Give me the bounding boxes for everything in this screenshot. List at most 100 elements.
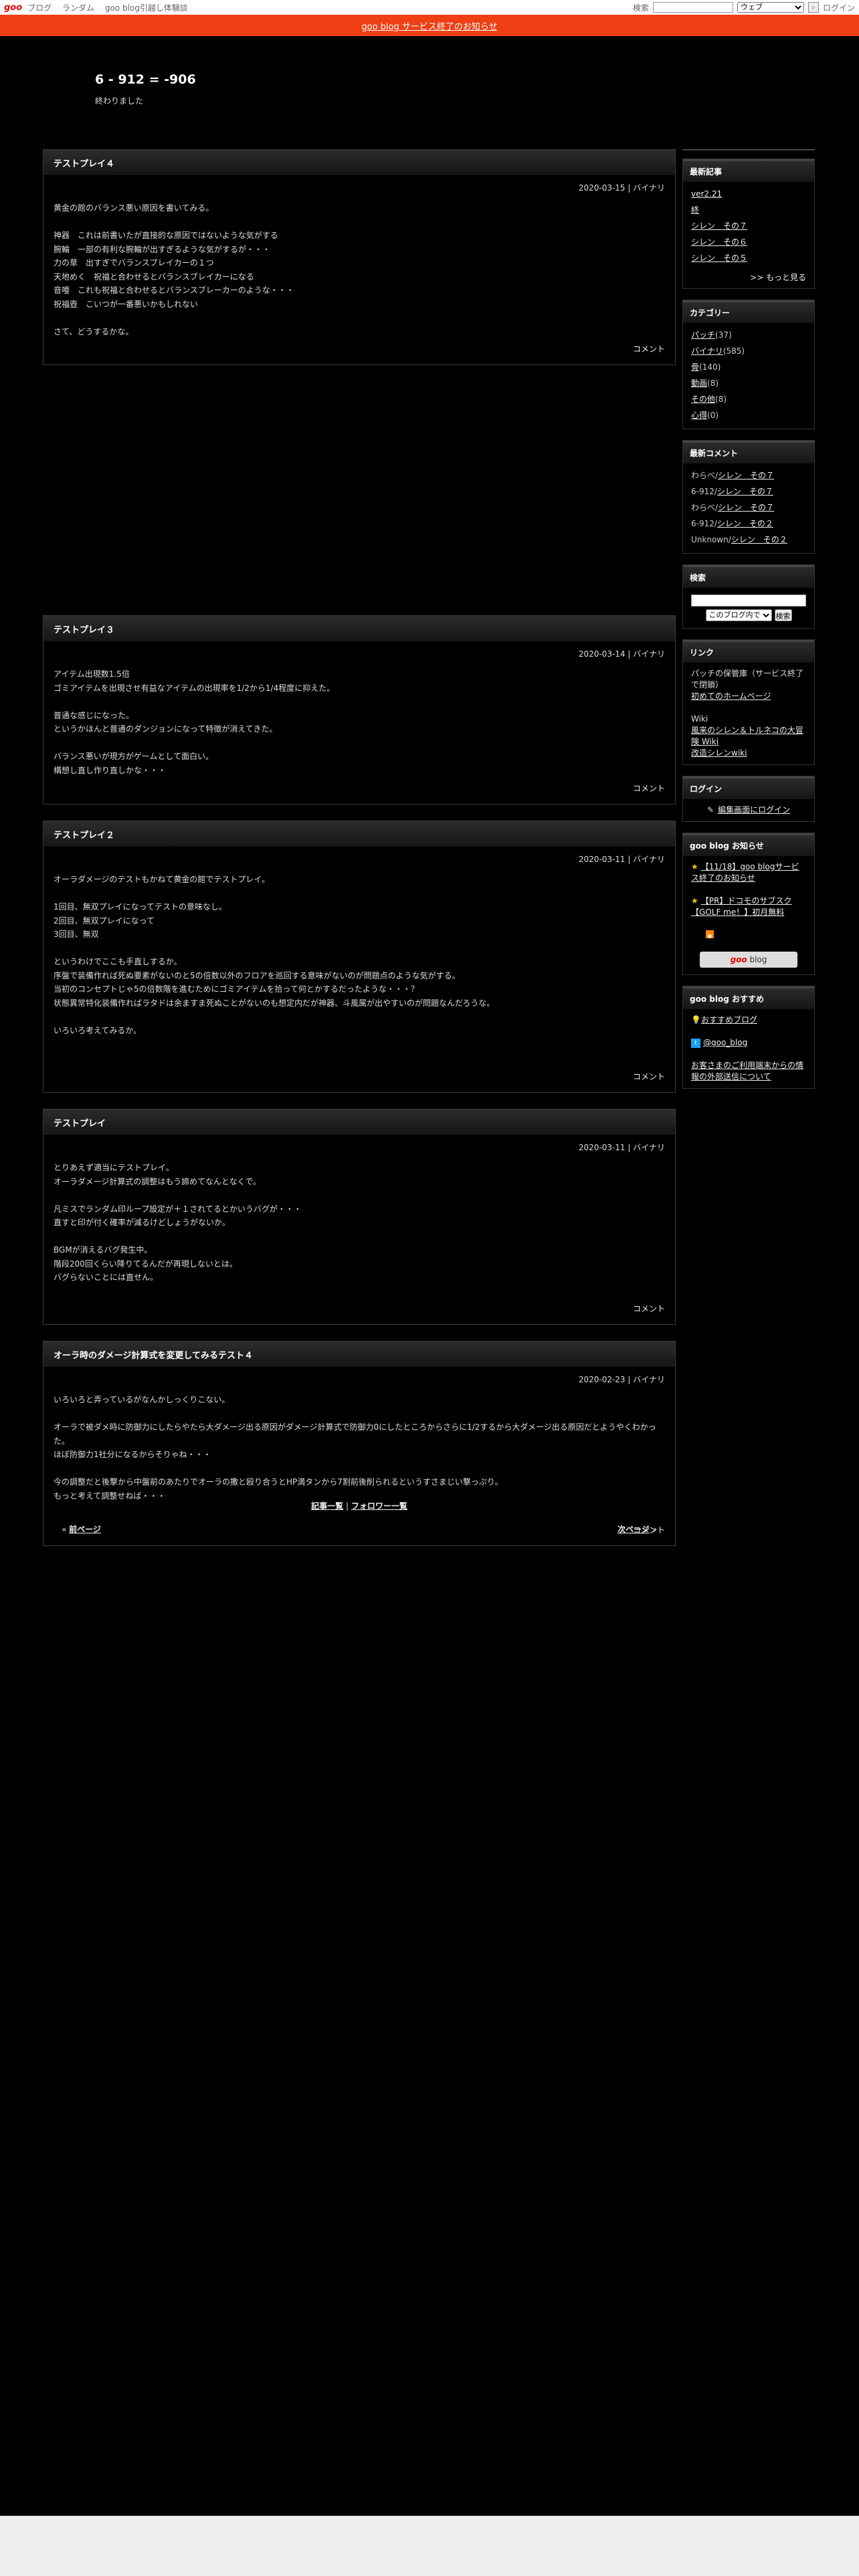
category-link[interactable]: 動画 — [691, 379, 707, 388]
goo-button-logo: goo — [730, 955, 747, 964]
blog-search-scope[interactable]: このブログ内で — [705, 609, 772, 621]
goo-blog-button[interactable]: goo blog — [700, 952, 797, 968]
recent-entries-box: 最新記事 ver2.21 終 シレン その７ シレン その６ シレン その５ >… — [682, 158, 815, 289]
recent-comments-box: 最新コメント わらべ/シレン その７ 6-912/シレン その７ わらべ/シレン… — [682, 440, 815, 554]
bulb-icon: 💡 — [691, 1015, 701, 1025]
entry-title[interactable]: テストプレイ３ — [43, 616, 675, 641]
entry-list-link[interactable]: 記事一覧 — [311, 1501, 343, 1511]
category-count: (8) — [707, 379, 719, 388]
prev-page: « 前ページ — [62, 1523, 101, 1535]
recent-entry-link[interactable]: シレン その７ — [691, 221, 747, 231]
next-arrow-icon: » — [652, 1525, 657, 1534]
topbar-nav-random[interactable]: ランダム — [62, 3, 94, 13]
links-box: リンク パッチの保管庫（サービス終了で閉鎖） 初めてのホームページ Wiki 風… — [682, 639, 815, 765]
twitter-link[interactable]: @goo_blog — [703, 1038, 747, 1047]
entry-body: 黄金の館のバランス悪い原因を書いてみる。 神器 これは前書いたが直接的な原因では… — [54, 203, 294, 336]
blog-entry: オーラ時のダメージ計算式を変更してみるテスト４ 2020-02-23 | バイナ… — [43, 1341, 676, 1546]
news-link[interactable]: 【11/18】goo blogサービス終了のお知らせ — [691, 862, 799, 883]
external-transmission-info-link[interactable]: お客さまのご利用端末からの情報の外部送信について — [691, 1061, 803, 1081]
twitter-icon: t — [691, 1038, 700, 1048]
more-entries-link[interactable]: >> もっと見る — [750, 273, 806, 282]
category-count: (140) — [699, 362, 721, 372]
blog-search-box: 検索 このブログ内で 検索 — [682, 564, 815, 629]
link-homepage[interactable]: 初めてのホームページ — [691, 691, 771, 701]
goo-news-box: goo blog お知らせ ★ 【11/18】goo blogサービス終了のお知ら… — [682, 833, 815, 975]
links-group-label: パッチの保管庫（サービス終了で閉鎖） — [691, 669, 804, 689]
comment-post-link[interactable]: シレン その２ — [731, 535, 787, 544]
main-column: テストプレイ４ 2020-03-15 | バイナリ 黄金の館のバランス悪い原因を… — [43, 149, 676, 1562]
blog-search-button[interactable]: 検索 — [774, 609, 792, 621]
login-box: ログイン ✎ 編集画面にログイン — [682, 776, 815, 822]
entry-title[interactable]: テストプレイ４ — [43, 150, 675, 175]
category-link[interactable]: パッチ — [691, 330, 715, 340]
link-shiren-wiki[interactable]: 風来のシレン＆トルネコの大冒険 Wiki — [691, 726, 803, 746]
goo-news-title: goo blog お知らせ — [683, 833, 814, 856]
followers-link[interactable]: フォロワー一覧 — [351, 1501, 407, 1511]
comment-user: わらべ/ — [691, 471, 719, 480]
topbar-login-link[interactable]: ログイン — [823, 2, 855, 13]
comment-post-link[interactable]: シレン その２ — [717, 519, 773, 528]
entry-comment-link[interactable]: コメント — [633, 1304, 665, 1313]
entry-body: オーラダメージのテストもかねて黄金の館でテストプレイ。 1回目、無双プレイになっ… — [54, 875, 495, 1035]
prev-page-link[interactable]: 前ページ — [69, 1525, 101, 1534]
link-mod-wiki[interactable]: 改造シレンwiki — [691, 748, 747, 758]
blog-entry: テストプレイ４ 2020-03-15 | バイナリ 黄金の館のバランス悪い原因を… — [43, 149, 676, 365]
recent-entry-link[interactable]: ver2.21 — [691, 189, 722, 199]
topbar-search-area: 検索 ウェブ ⌕ ログイン — [633, 0, 855, 15]
recent-comments-title: 最新コメント — [683, 441, 814, 463]
entry-title[interactable]: オーラ時のダメージ計算式を変更してみるテスト４ — [43, 1341, 675, 1367]
category-link[interactable]: 心得 — [691, 411, 707, 420]
page-footer-bar — [0, 2516, 859, 2576]
recent-entry-link[interactable]: シレン その５ — [691, 253, 747, 263]
entry-body: いろいろと弄っているがなんかしっくりこない。 オーラで被ダメ時に防御力にしたらや… — [54, 1395, 656, 1501]
category-link[interactable]: 骨 — [691, 362, 699, 372]
blog-title[interactable]: 6 - 912 = -906 — [95, 72, 196, 87]
sidebar: 最新記事 ver2.21 終 シレン その７ シレン その６ シレン その５ >… — [682, 149, 815, 1099]
comment-post-link[interactable]: シレン その７ — [718, 471, 774, 480]
news-link[interactable]: 【PR】ドコモのサブスク【GOLF me！】初月無料 — [691, 896, 791, 917]
topbar-search-scope[interactable]: ウェブ — [737, 2, 804, 13]
prev-arrow-icon: « — [62, 1525, 67, 1534]
category-count: (0) — [707, 411, 719, 420]
topbar-search-button[interactable]: ⌕ — [807, 2, 819, 13]
comment-post-link[interactable]: シレン その７ — [718, 503, 774, 512]
entry-comment-link[interactable]: コメント — [633, 1072, 665, 1081]
category-link[interactable]: その他 — [691, 395, 715, 404]
topbar-search-input[interactable] — [652, 2, 733, 13]
blog-header: 6 - 912 = -906 終わりました — [95, 72, 196, 106]
recent-entry-link[interactable]: 終 — [691, 205, 699, 215]
comment-post-link[interactable]: シレン その７ — [717, 487, 773, 496]
entry-body: アイテム出現数1.5倍 ゴミアイテムを出現させ有益なアイテムの出現率を1/2から… — [54, 669, 335, 775]
recent-entry-link[interactable]: シレン その６ — [691, 237, 747, 247]
entry-date: 2020-03-14 | バイナリ — [578, 649, 665, 659]
goo-topbar: goo ブログ ランダム goo blog引越し体験談 検索 ウェブ ⌕ ログイ… — [0, 0, 859, 15]
category-count: (585) — [723, 346, 745, 356]
sidebar-divider — [682, 149, 815, 150]
goo-logo[interactable]: goo — [4, 3, 22, 13]
service-notice-link[interactable]: goo blog サービス終了のお知らせ — [361, 19, 497, 32]
topbar-nav-migration[interactable]: goo blog引越し体験談 — [105, 3, 188, 13]
topbar-nav-blog[interactable]: ブログ — [27, 3, 52, 13]
entry-comment-link[interactable]: コメント — [633, 784, 665, 793]
category-link[interactable]: バイナリ — [691, 346, 723, 356]
login-title: ログイン — [683, 776, 814, 799]
recommend-blog-link[interactable]: おすすめブログ — [701, 1015, 757, 1025]
blog-entry: テストプレイ 2020-03-11 | バイナリ とりあえず適当にテストプレイ。… — [43, 1109, 676, 1325]
category-count: (8) — [715, 395, 727, 404]
recent-entries-title: 最新記事 — [683, 159, 814, 182]
entry-list-links: 記事一覧 | フォロワー一覧 — [43, 1500, 676, 1511]
comment-user: Unknown/ — [691, 535, 731, 544]
topbar-search-label: 検索 — [632, 3, 649, 13]
next-page-link[interactable]: 次ページ — [617, 1525, 650, 1534]
comment-user: 6-912/ — [691, 487, 717, 496]
ad-space — [43, 381, 676, 615]
blog-entry: テストプレイ３ 2020-03-14 | バイナリ アイテム出現数1.5倍 ゴミ… — [43, 615, 676, 804]
edit-login-link[interactable]: 編集画面にログイン — [718, 805, 790, 815]
pencil-icon: ✎ — [707, 805, 714, 815]
blog-search-input[interactable] — [691, 595, 806, 607]
entry-title[interactable]: テストプレイ２ — [43, 821, 675, 847]
entry-comment-link[interactable]: コメント — [633, 344, 665, 354]
rss-icon[interactable]: ◉ — [706, 930, 714, 939]
links-title: リンク — [683, 640, 814, 663]
entry-title[interactable]: テストプレイ — [43, 1109, 675, 1135]
